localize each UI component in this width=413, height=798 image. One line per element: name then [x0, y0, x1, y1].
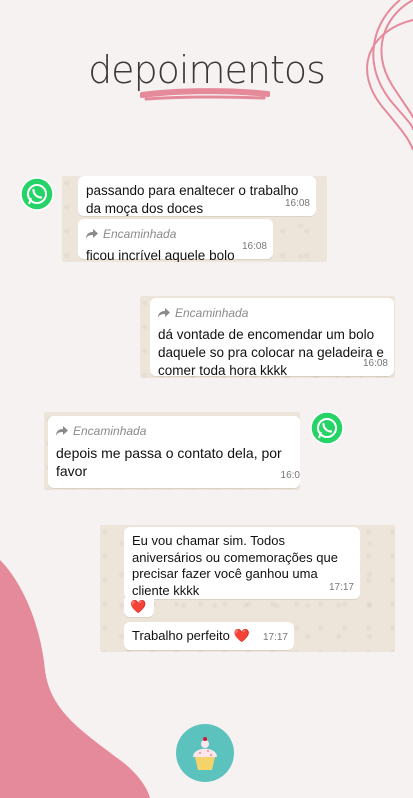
testimonial-screenshot-3: Encaminhada depois me passa o contato de… — [44, 412, 300, 490]
heart-icon: ❤️ — [233, 628, 250, 643]
message-text: depois me passa o contato dela, por favo… — [56, 445, 282, 479]
chat-bubble-emoji: ❤️ — [124, 595, 154, 617]
forward-arrow-icon — [86, 229, 98, 239]
chat-bubble-forwarded: Encaminhada dá vontade de encomendar um … — [150, 298, 394, 378]
message-time: 16:08 — [241, 241, 267, 252]
message-time: 16:0 — [280, 470, 300, 481]
chat-bubble: Trabalho perfeito ❤️ 17:17 — [124, 622, 294, 650]
testimonial-screenshot-4: Eu vou chamar sim. Todos aniversários ou… — [100, 525, 395, 652]
chat-bubble-forwarded: Encaminhada ficou incrível aquele bolo 1… — [78, 219, 273, 262]
message-time: 16:08 — [284, 198, 310, 209]
whatsapp-icon — [20, 177, 54, 211]
chat-bubble-forwarded: Encaminhada depois me passa o contato de… — [48, 416, 300, 488]
message-time: 16:08 — [362, 358, 388, 369]
message-text: ficou incrível aquele bolo — [86, 248, 235, 262]
chat-bubble: passando para enaltecer o trabalho da mo… — [78, 176, 316, 216]
message-time: 17:17 — [328, 581, 354, 593]
forward-label: Encaminhada — [175, 306, 249, 320]
forward-label: Encaminhada — [103, 227, 177, 241]
forward-arrow-icon — [56, 426, 68, 436]
chat-bubble: Eu vou chamar sim. Todos aniversários ou… — [124, 527, 360, 599]
cupcake-logo — [176, 724, 234, 782]
message-text: dá vontade de encomendar um bolo daquele… — [158, 327, 384, 378]
heart-icon: ❤️ — [130, 599, 147, 614]
whatsapp-icon — [310, 411, 344, 445]
message-text: passando para enaltecer o trabalho da mo… — [86, 183, 299, 216]
testimonial-screenshot-1: passando para enaltecer o trabalho da mo… — [62, 176, 327, 262]
message-text: Eu vou chamar sim. Todos aniversários ou… — [132, 533, 338, 598]
testimonial-screenshot-2: Encaminhada dá vontade de encomendar um … — [140, 296, 395, 378]
page-title: depoimentos — [88, 48, 326, 92]
forward-arrow-icon — [158, 308, 170, 318]
message-time: 17:17 — [262, 632, 288, 643]
forward-label: Encaminhada — [73, 424, 147, 438]
message-text: Trabalho perfeito — [132, 628, 230, 643]
cupcake-logo-icon — [178, 726, 232, 780]
title-underline-decoration — [140, 88, 270, 101]
